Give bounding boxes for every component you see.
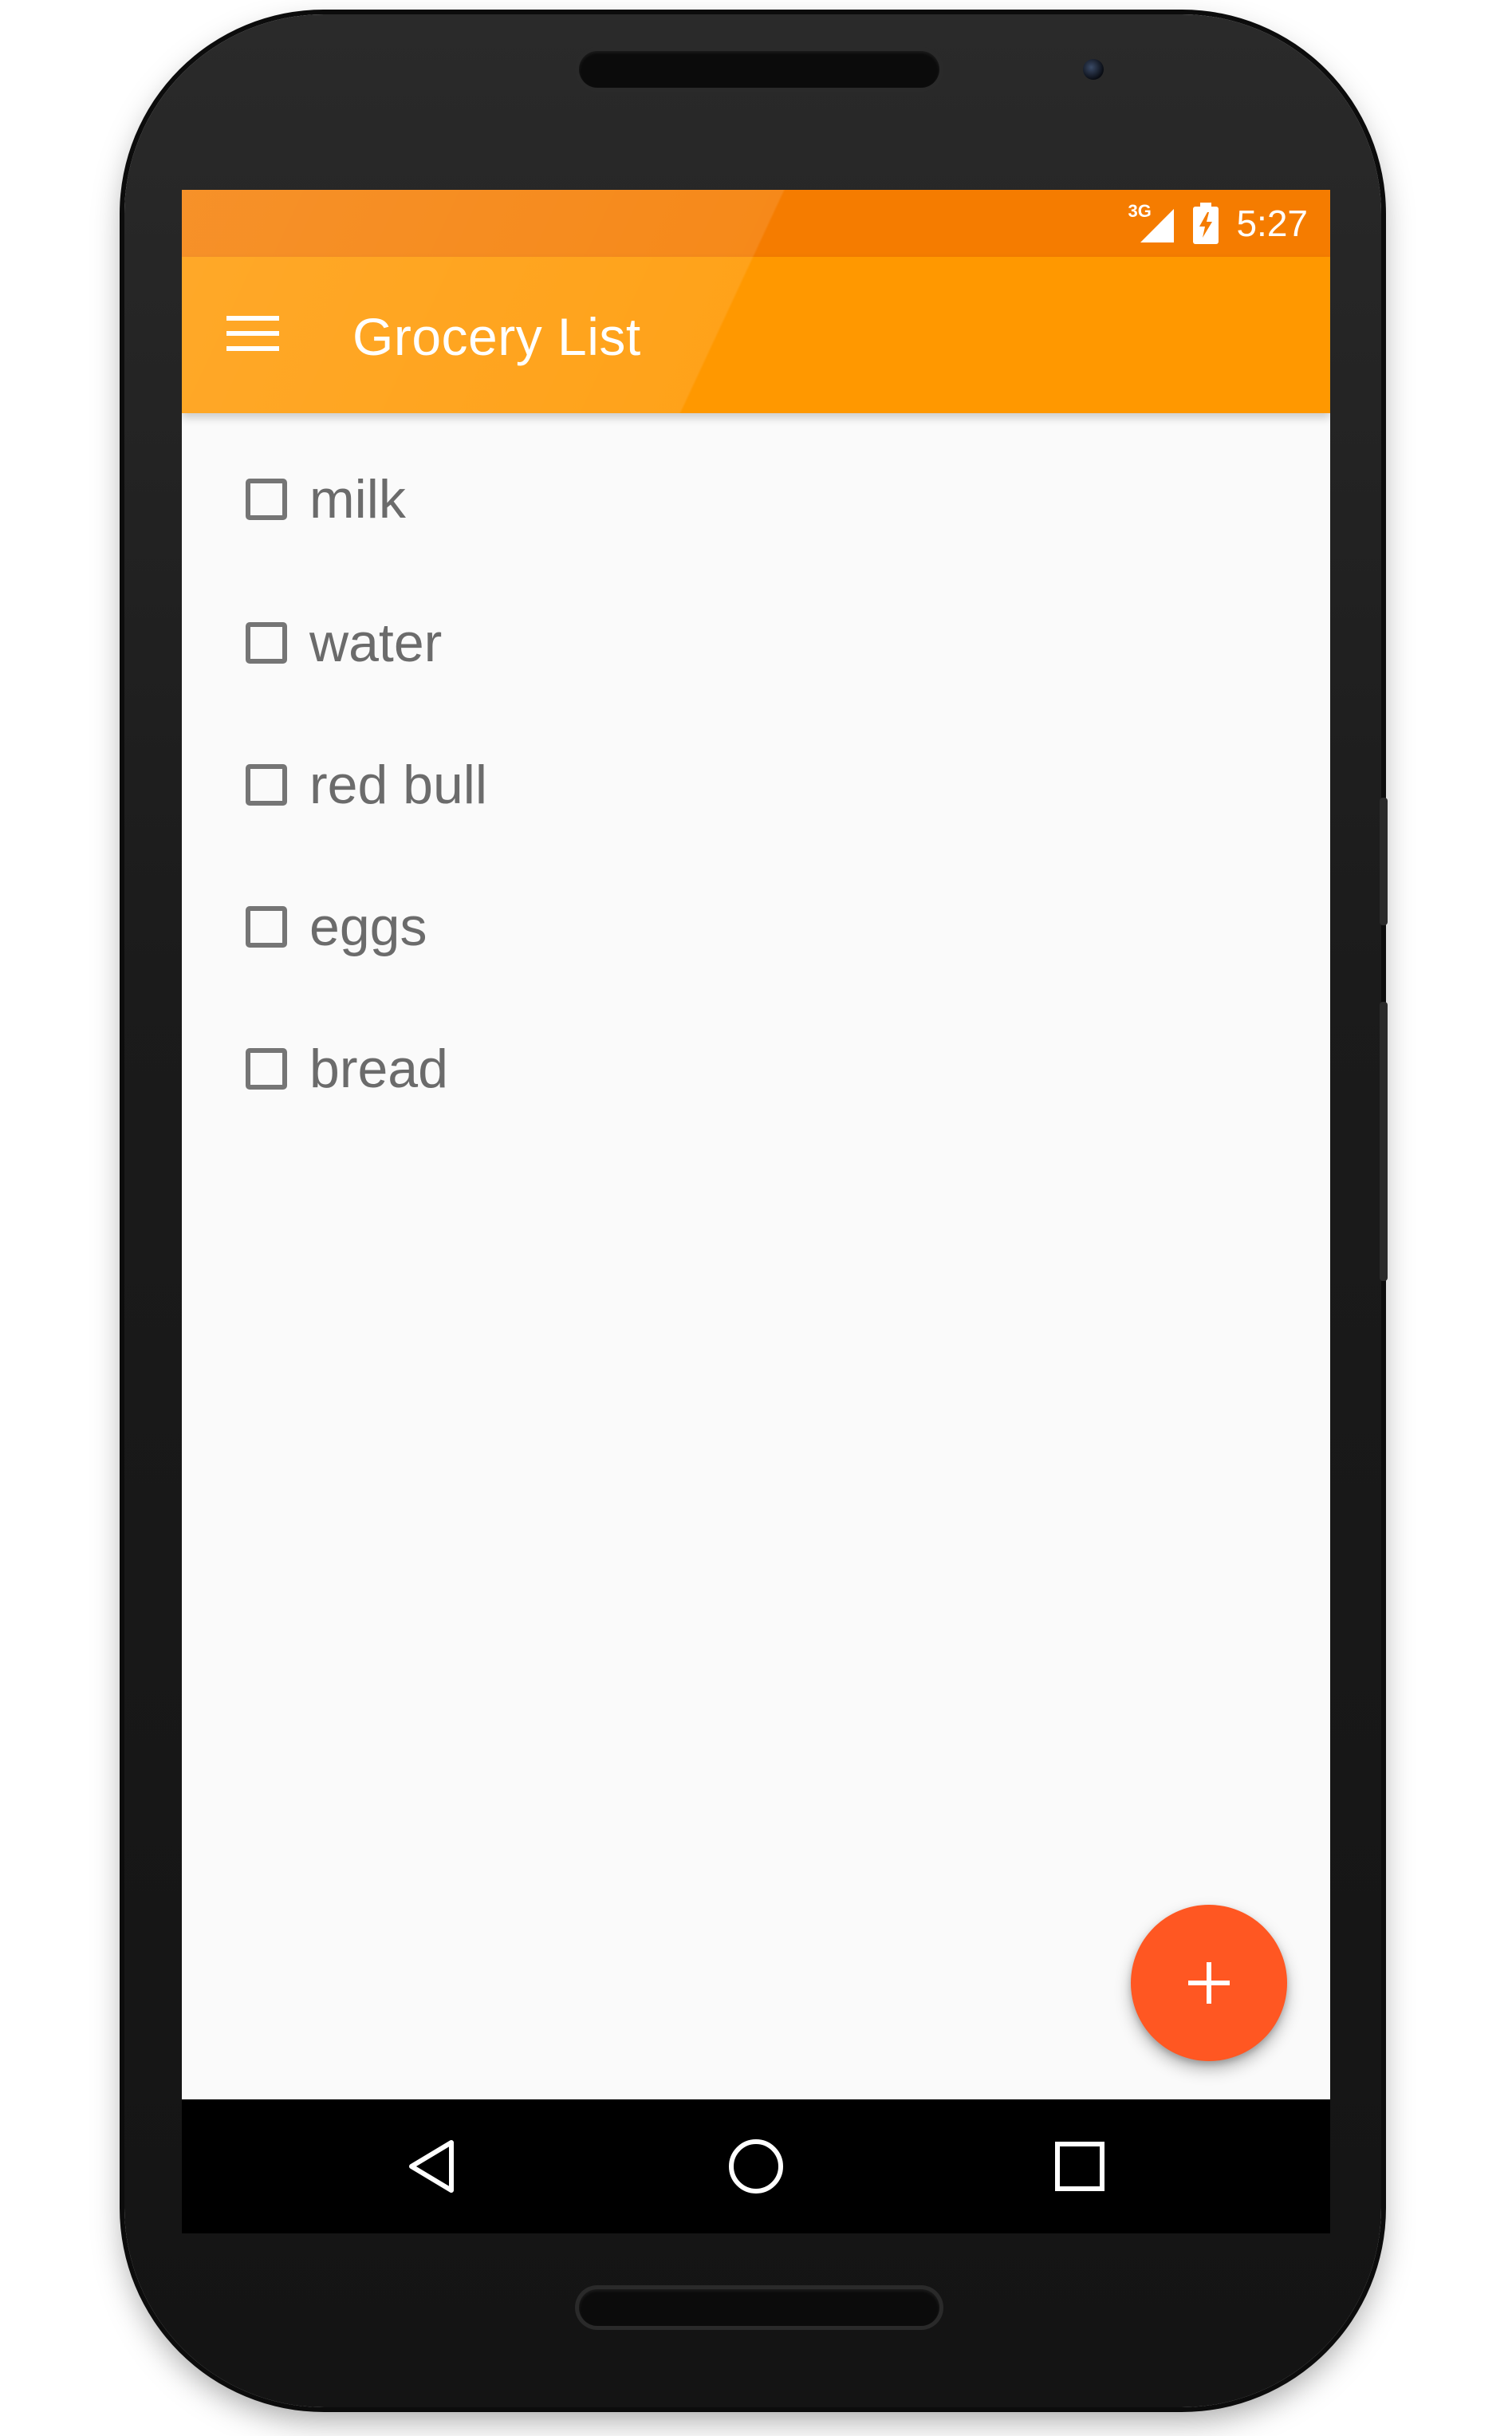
item-label: water: [309, 613, 443, 673]
item-checkbox[interactable]: [246, 622, 287, 664]
list-item[interactable]: bread: [246, 1021, 448, 1117]
power-button: [1380, 1002, 1388, 1281]
item-checkbox[interactable]: [246, 906, 287, 948]
item-label: bread: [309, 1039, 448, 1099]
status-icons: 3G 5:27: [1128, 190, 1308, 257]
home-button[interactable]: [716, 2127, 796, 2206]
status-bar: 3G 5:27: [182, 190, 1330, 257]
signal-icon: 3G: [1128, 201, 1175, 244]
menu-icon[interactable]: [226, 311, 282, 356]
item-checkbox[interactable]: [246, 1048, 287, 1090]
bottom-speaker: [579, 2289, 939, 2326]
add-item-button[interactable]: [1131, 1905, 1287, 2061]
app-title: Grocery List: [352, 307, 641, 366]
earpiece-speaker: [579, 51, 939, 88]
status-time: 5:27: [1236, 203, 1308, 244]
recents-button[interactable]: [1040, 2127, 1120, 2206]
volume-button: [1380, 798, 1388, 925]
item-checkbox[interactable]: [246, 764, 287, 806]
back-button[interactable]: [392, 2127, 472, 2206]
back-icon: [409, 2140, 454, 2193]
plus-icon: [1188, 1962, 1230, 2004]
recents-icon: [1055, 2142, 1104, 2191]
item-label: milk: [309, 469, 406, 530]
list-item[interactable]: milk: [246, 451, 406, 547]
list-item[interactable]: red bull: [246, 737, 487, 833]
list-item[interactable]: eggs: [246, 879, 427, 975]
home-icon: [729, 2139, 783, 2194]
network-type-label: 3G: [1128, 201, 1152, 221]
item-label: eggs: [309, 897, 427, 957]
navigation-bar: [182, 2099, 1330, 2233]
front-camera: [1083, 59, 1104, 80]
list-item[interactable]: water: [246, 595, 442, 691]
app-screen: 3G 5:27 Grocery List milk water red bull…: [182, 190, 1330, 2099]
app-toolbar: Grocery List: [182, 257, 1330, 413]
battery-charging-icon: [1193, 203, 1219, 244]
item-checkbox[interactable]: [246, 479, 287, 520]
item-label: red bull: [309, 755, 488, 815]
